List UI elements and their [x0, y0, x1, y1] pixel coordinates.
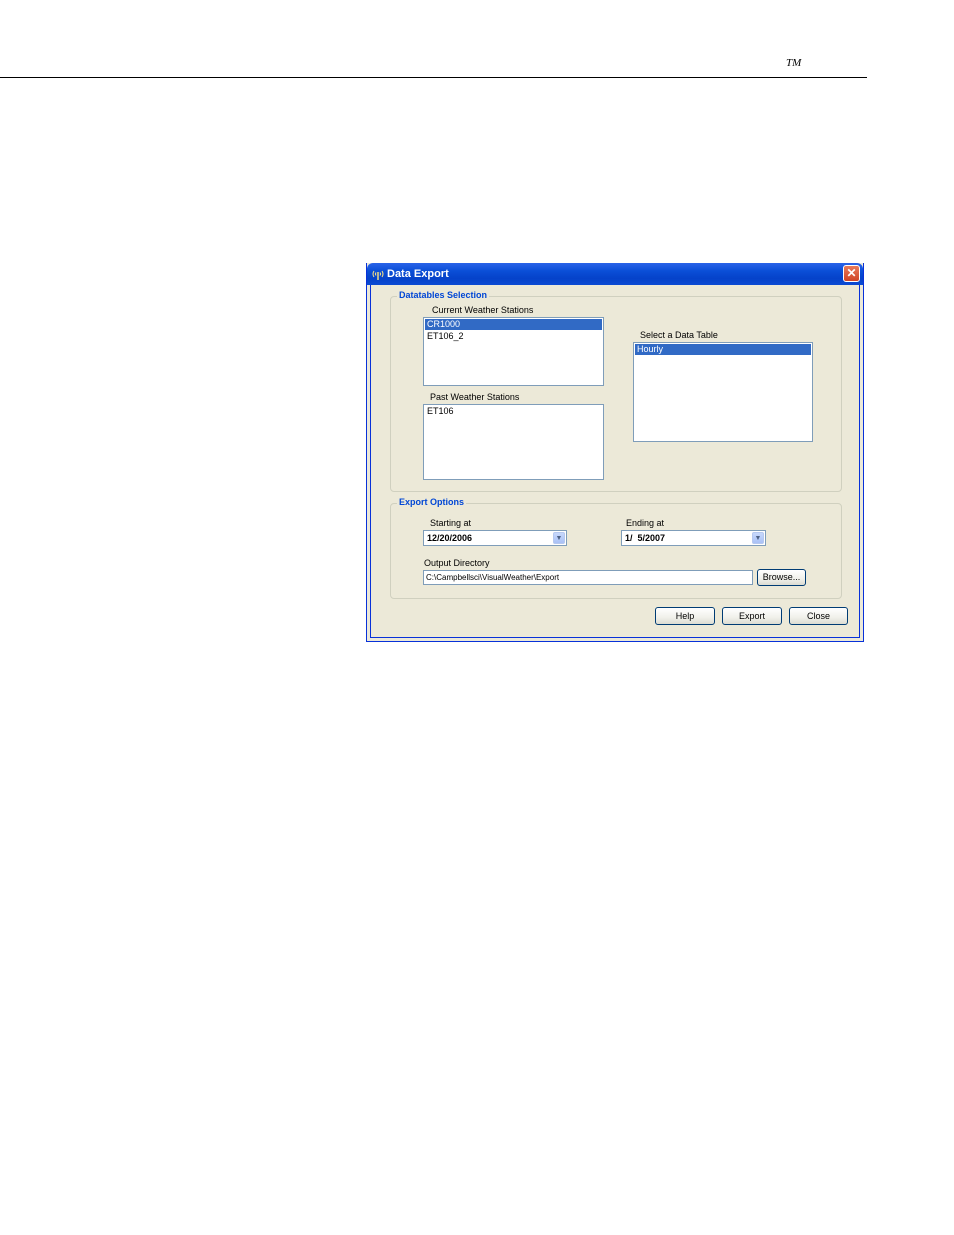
list-item[interactable]: Hourly	[635, 344, 811, 355]
current-stations-label: Current Weather Stations	[432, 305, 534, 315]
dialog-client-area: Datatables Selection Current Weather Sta…	[370, 285, 860, 638]
ending-at-label: Ending at	[626, 518, 665, 528]
export-button[interactable]: Export	[722, 607, 782, 625]
datatables-selection-label: Datatables Selection	[397, 290, 490, 300]
close-button[interactable]: Close	[789, 607, 848, 625]
datatables-selection-group: Datatables Selection Current Weather Sta…	[390, 290, 842, 492]
data-table-listbox[interactable]: Hourly	[633, 342, 813, 442]
export-options-group: Export Options Starting at 12/20/2006 ▼ …	[390, 497, 842, 599]
ending-date-value: 1/ 5/2007	[625, 533, 666, 543]
close-window-button[interactable]: ✕	[843, 265, 860, 282]
current-stations-listbox[interactable]: CR1000 ET106_2	[423, 317, 604, 386]
help-button[interactable]: Help	[655, 607, 715, 625]
starting-date-combo[interactable]: 12/20/2006 ▼	[423, 530, 567, 546]
close-icon: ✕	[846, 266, 857, 280]
data-table-label: Select a Data Table	[640, 330, 718, 340]
output-directory-label: Output Directory	[424, 558, 490, 568]
ending-date-combo[interactable]: 1/ 5/2007 ▼	[621, 530, 766, 546]
past-stations-label: Past Weather Stations	[430, 392, 520, 402]
trademark-mark: TM	[786, 57, 802, 69]
chevron-down-icon[interactable]: ▼	[752, 532, 764, 544]
dialog-titlebar[interactable]: Data Export ✕	[367, 263, 863, 285]
past-stations-listbox[interactable]: ET106	[423, 404, 604, 480]
antenna-icon	[371, 267, 385, 281]
starting-date-value: 12/20/2006	[427, 533, 473, 543]
output-directory-input[interactable]: C:\Campbellsci\VisualWeather\Export	[423, 570, 753, 585]
list-item[interactable]: ET106_2	[425, 331, 602, 342]
browse-button[interactable]: Browse...	[757, 569, 806, 586]
list-item[interactable]: CR1000	[425, 319, 602, 330]
list-item[interactable]: ET106	[425, 406, 602, 417]
chevron-down-icon[interactable]: ▼	[553, 532, 565, 544]
export-options-label: Export Options	[397, 497, 466, 507]
data-export-dialog: Data Export ✕ Datatables Selection Curre…	[366, 263, 864, 642]
dialog-title: Data Export	[387, 268, 449, 280]
header-rule	[0, 77, 867, 78]
starting-at-label: Starting at	[430, 518, 472, 528]
